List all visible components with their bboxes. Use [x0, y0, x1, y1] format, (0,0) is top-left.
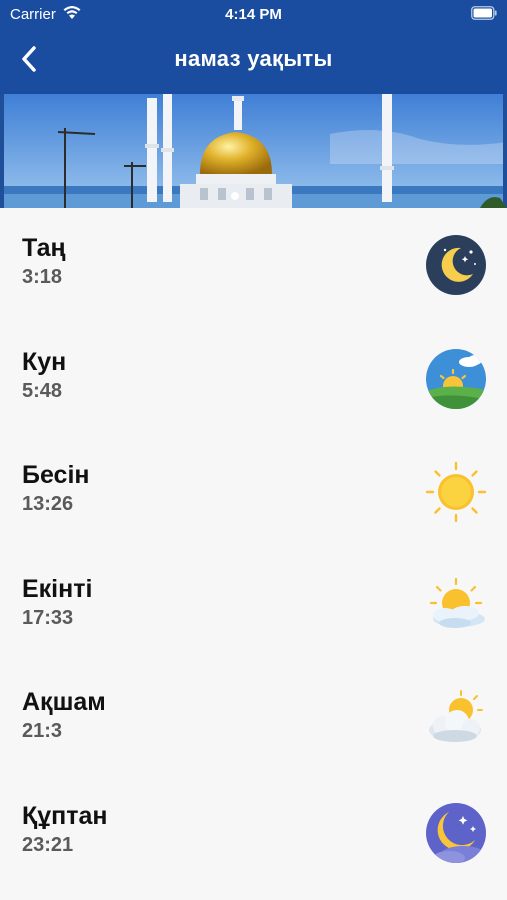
- cloud-sun-icon: [429, 690, 483, 742]
- prayer-name: Кун: [22, 347, 67, 376]
- page-title: намаз уақыты: [174, 46, 333, 71]
- prayer-row-aqsham[interactable]: Ақшам 21:3: [0, 662, 507, 776]
- status-time: 4:14 PM: [225, 6, 282, 23]
- battery-icon: [471, 6, 497, 20]
- prayer-row-kun[interactable]: Кун 5:48: [0, 322, 507, 436]
- prayer-row-tan[interactable]: Таң 3:18: [0, 208, 507, 322]
- prayer-name: Құптан: [22, 801, 108, 830]
- prayer-times-list: Таң 3:18 Кун 5:48 Бесін 13:26 Екінті 17:…: [0, 208, 507, 889]
- moon-stars-icon: [426, 802, 486, 863]
- prayer-name: Бесін: [22, 461, 90, 489]
- prayer-name: Екінті: [22, 574, 93, 603]
- prayer-row-besin[interactable]: Бесін 13:26: [0, 435, 507, 549]
- header: Carrier 4:14 PM намаз уақыты: [0, 0, 507, 94]
- prayer-time: 3:18: [22, 266, 63, 288]
- prayer-time: 21:3: [22, 720, 63, 742]
- prayer-row-ekinti[interactable]: Екінті 17:33: [0, 549, 507, 663]
- prayer-time: 13:26: [22, 493, 74, 515]
- prayer-name: Ақшам: [22, 688, 106, 716]
- nav-bar: намаз уақыты: [0, 28, 507, 94]
- sun-icon: [425, 461, 487, 523]
- prayer-name: Таң: [22, 234, 66, 262]
- prayer-row-quptan[interactable]: Құптан 23:21: [0, 776, 507, 890]
- sun-cloud-icon: [429, 577, 485, 628]
- prayer-time: 17:33: [22, 606, 74, 629]
- prayer-time: 23:21: [22, 833, 74, 856]
- sunrise-icon: [426, 348, 486, 409]
- status-bar: Carrier 4:14 PM: [0, 0, 507, 28]
- mosque-banner-image: [0, 94, 507, 208]
- prayer-time: 5:48: [22, 379, 63, 402]
- night-moon-icon: [426, 235, 486, 295]
